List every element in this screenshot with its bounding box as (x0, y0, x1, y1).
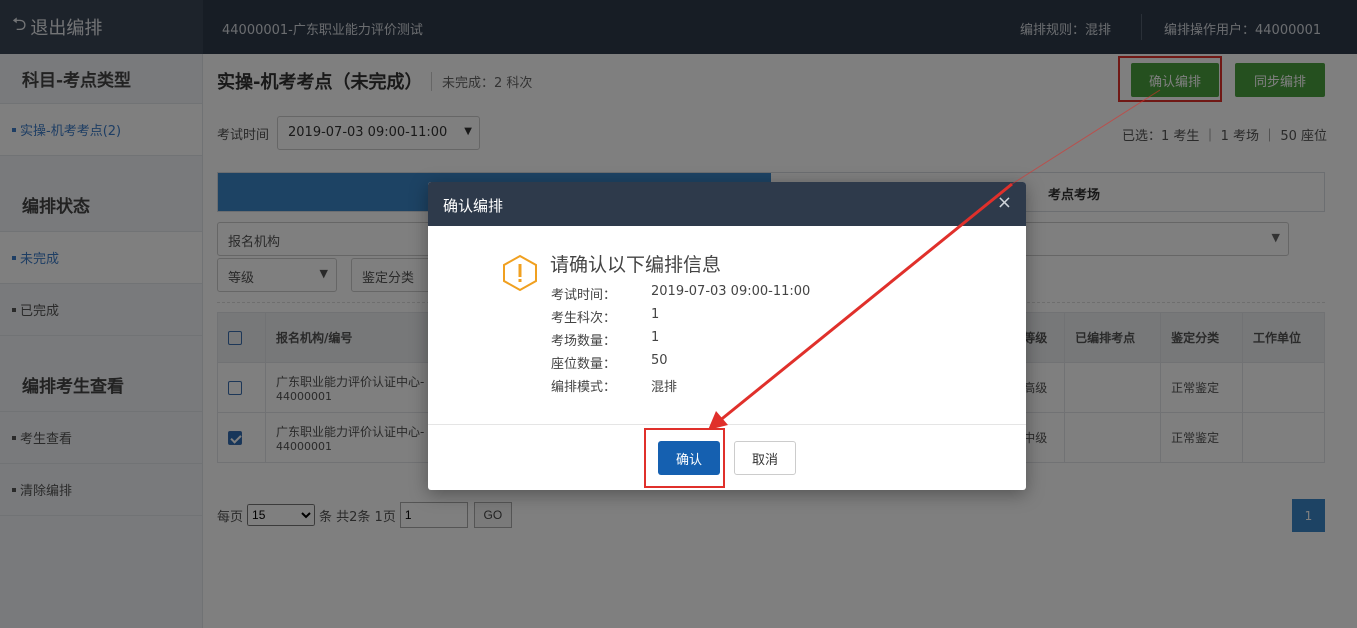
arrange-info: 考试时间： 2019-07-03 09:00-11:00 考生科次： 1 考场数量：… (551, 284, 810, 399)
info-row: 考生科次： 1 (551, 307, 810, 330)
modal-footer-divider (428, 424, 1026, 425)
modal-title: 确认编排 (443, 197, 504, 215)
info-key: 编排模式： (551, 380, 617, 395)
modal-header: 确认编排 × (428, 182, 1026, 226)
modal-heading: 请确认以下编排信息 (550, 254, 722, 276)
info-row: 编排模式： 混排 (551, 376, 810, 399)
info-value: 2019-07-03 09:00-11:00 (651, 284, 811, 299)
modal-cancel-button[interactable]: 取消 (734, 441, 796, 475)
info-key: 座位数量： (551, 357, 617, 372)
close-icon[interactable]: × (997, 192, 1012, 213)
info-value: 50 (651, 353, 668, 368)
info-key: 考试时间： (551, 288, 617, 303)
info-key: 考场数量： (551, 334, 617, 349)
info-row: 考试时间： 2019-07-03 09:00-11:00 (551, 284, 810, 307)
info-row: 座位数量： 50 (551, 353, 810, 376)
info-value: 1 (651, 307, 660, 322)
confirm-modal: 确认编排 × 请确认以下编排信息 考试时间： 2019-07-03 09:00-1… (428, 182, 1026, 490)
info-key: 考生科次： (551, 311, 617, 326)
info-row: 考场数量： 1 (551, 330, 810, 353)
info-value: 1 (651, 330, 660, 345)
annotation-highlight-ok (644, 428, 725, 488)
info-value: 混排 (651, 380, 678, 395)
warning-icon (502, 254, 538, 296)
